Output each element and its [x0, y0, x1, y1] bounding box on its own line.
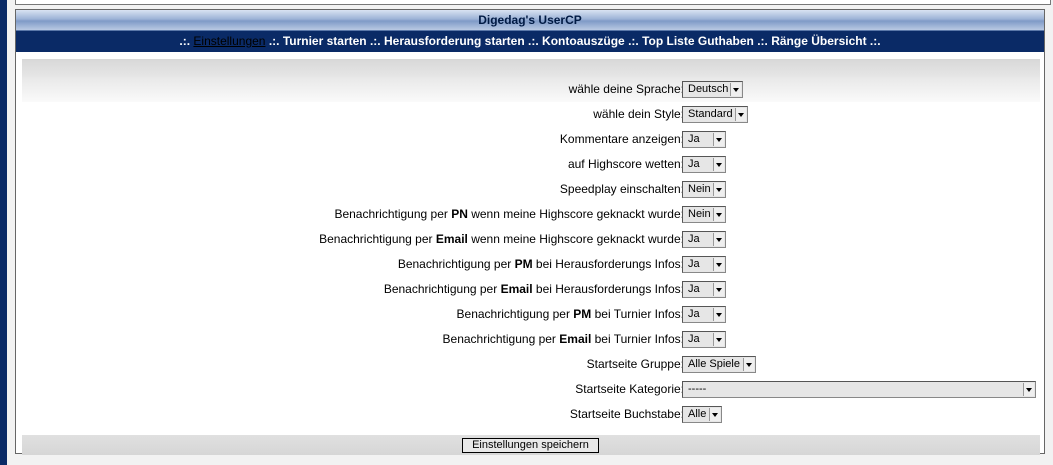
chevron-down-icon	[709, 408, 720, 421]
start-category-select[interactable]: -----	[682, 381, 1036, 398]
pn-highscore-notify-select[interactable]: Nein	[682, 206, 726, 223]
setting-label: wähle dein Style:	[593, 107, 684, 121]
setting-row-startseite-buchstabe: Startseite Buchstabe: Alle	[22, 402, 1040, 427]
comments-select[interactable]: Ja	[682, 131, 726, 148]
email-tournament-notify-select[interactable]: Ja	[682, 331, 726, 348]
language-select[interactable]: Deutsch	[682, 81, 743, 98]
nav-separator: .:.	[268, 34, 280, 48]
form-footer-band: Einstellungen speichern	[22, 435, 1040, 455]
highscore-bet-select[interactable]: Ja	[682, 156, 726, 173]
settings-form: wähle deine Sprache: Deutsch wähle dein …	[22, 59, 1040, 455]
nav-link-raenge-uebersicht[interactable]: Ränge Übersicht	[771, 34, 866, 48]
setting-row-pm-challenge: Benachrichtigung per PM bei Herausforder…	[22, 252, 1040, 277]
top-frame	[15, 0, 1051, 5]
setting-label: auf Highscore wetten:	[567, 157, 684, 171]
start-letter-select[interactable]: Alle	[682, 406, 722, 423]
speedplay-select[interactable]: Nein	[682, 181, 726, 198]
nav-separator: .:.	[528, 34, 539, 48]
chevron-down-icon	[713, 333, 724, 346]
nav-link-einstellungen[interactable]: Einstellungen	[193, 34, 265, 48]
chevron-down-icon	[1023, 383, 1034, 396]
chevron-down-icon	[730, 83, 741, 96]
setting-label: wähle deine Sprache:	[568, 82, 684, 96]
chevron-down-icon	[743, 358, 754, 371]
usercp-panel: Digedag's UserCP .:. Einstellungen .:. T…	[15, 9, 1045, 455]
setting-row-startseite-kategorie: Startseite Kategorie: -----	[22, 377, 1040, 402]
chevron-down-icon	[713, 158, 724, 171]
setting-label: Benachrichtigung per Email bei Turnier I…	[442, 332, 684, 346]
nav-separator: .:.	[369, 34, 381, 48]
setting-label: Benachrichtigung per PN wenn meine Highs…	[334, 207, 684, 221]
chevron-down-icon	[713, 133, 724, 146]
pm-tournament-notify-select[interactable]: Ja	[682, 306, 726, 323]
setting-row-email-highscore: Benachrichtigung per Email wenn meine Hi…	[22, 227, 1040, 252]
chevron-down-icon	[713, 258, 724, 271]
usercp-nav: .:. Einstellungen .:. Turnier starten .:…	[16, 31, 1044, 52]
nav-separator: .:.	[179, 34, 191, 48]
start-group-select[interactable]: Alle Spiele	[682, 356, 756, 373]
setting-label: Startseite Buchstabe:	[569, 407, 684, 421]
setting-row-kommentare: Kommentare anzeigen: Ja	[22, 127, 1040, 152]
setting-label: Benachrichtigung per Email bei Herausfor…	[383, 282, 684, 296]
setting-label: Kommentare anzeigen:	[559, 132, 684, 146]
setting-row-pm-tournament: Benachrichtigung per PM bei Turnier Info…	[22, 302, 1040, 327]
email-highscore-notify-select[interactable]: Ja	[682, 231, 726, 248]
setting-label: Speedplay einschalten:	[559, 182, 684, 196]
chevron-down-icon	[713, 233, 724, 246]
page-background: Digedag's UserCP .:. Einstellungen .:. T…	[7, 0, 1053, 465]
chevron-down-icon	[735, 108, 746, 121]
setting-row-startseite-gruppe: Startseite Gruppe: Alle Spiele	[22, 352, 1040, 377]
setting-row-pn-highscore: Benachrichtigung per PN wenn meine Highs…	[22, 202, 1040, 227]
page-left-border	[0, 0, 7, 465]
chevron-down-icon	[713, 208, 724, 221]
style-select[interactable]: Standard	[682, 106, 748, 123]
setting-row-style: wähle dein Style: Standard	[22, 102, 1040, 127]
pm-challenge-notify-select[interactable]: Ja	[682, 256, 726, 273]
nav-link-top-liste-guthaben[interactable]: Top Liste Guthaben	[642, 34, 754, 48]
nav-separator: .:.	[628, 34, 639, 48]
setting-label: Startseite Kategorie:	[575, 382, 684, 396]
email-challenge-notify-select[interactable]: Ja	[682, 281, 726, 298]
chevron-down-icon	[713, 308, 724, 321]
panel-title: Digedag's UserCP	[16, 10, 1044, 31]
save-settings-button[interactable]: Einstellungen speichern	[462, 438, 599, 453]
form-header-band	[22, 59, 1040, 77]
nav-link-kontoauszuege[interactable]: Kontoauszüge	[542, 34, 625, 48]
setting-row-email-tournament: Benachrichtigung per Email bei Turnier I…	[22, 327, 1040, 352]
setting-label: Startseite Gruppe:	[586, 357, 684, 371]
setting-row-highscore-wetten: auf Highscore wetten: Ja	[22, 152, 1040, 177]
setting-row-email-challenge: Benachrichtigung per Email bei Herausfor…	[22, 277, 1040, 302]
chevron-down-icon	[713, 183, 724, 196]
nav-link-herausforderung-starten[interactable]: Herausforderung starten	[384, 34, 525, 48]
nav-link-turnier-starten[interactable]: Turnier starten	[283, 34, 367, 48]
setting-row-speedplay: Speedplay einschalten: Nein	[22, 177, 1040, 202]
setting-label: Benachrichtigung per PM bei Turnier Info…	[456, 307, 684, 321]
setting-label: Benachrichtigung per Email wenn meine Hi…	[319, 232, 684, 246]
setting-row-sprache: wähle deine Sprache: Deutsch	[22, 77, 1040, 102]
settings-rows: wähle deine Sprache: Deutsch wähle dein …	[22, 77, 1040, 427]
nav-separator: .:.	[869, 34, 881, 48]
chevron-down-icon	[713, 283, 724, 296]
nav-separator: .:.	[757, 34, 768, 48]
setting-label: Benachrichtigung per PM bei Herausforder…	[397, 257, 684, 271]
